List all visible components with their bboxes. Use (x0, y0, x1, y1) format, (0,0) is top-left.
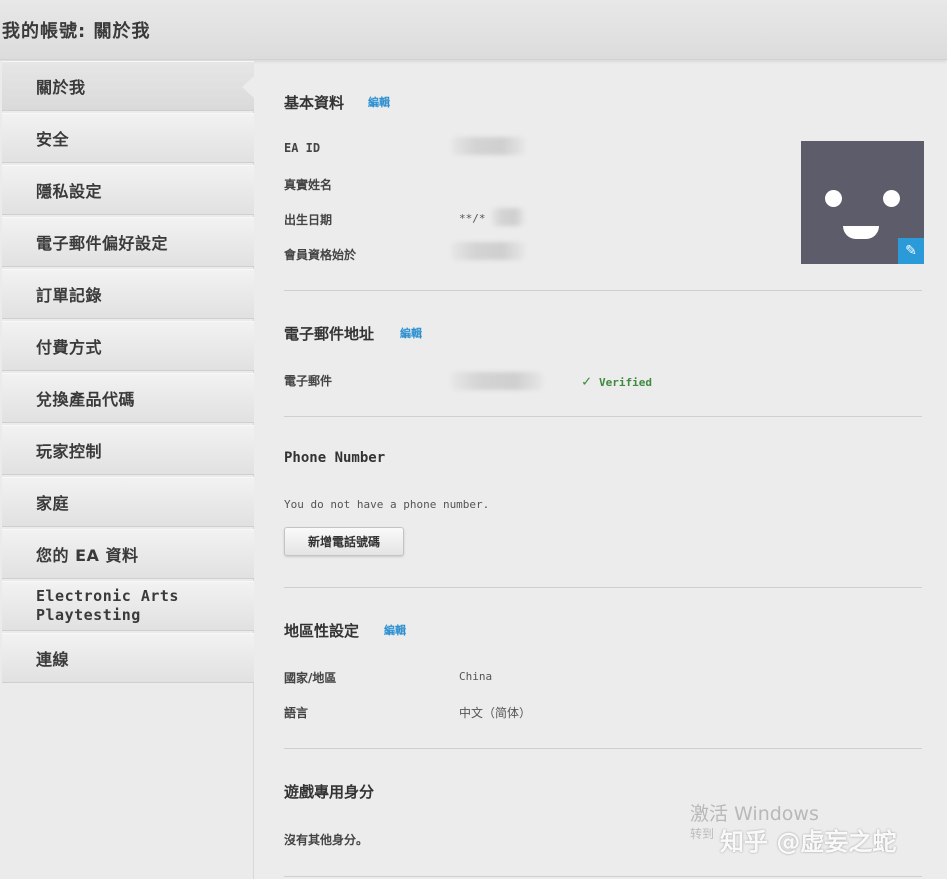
sidebar-item-label: 安全 (36, 130, 70, 149)
birthdate-value: **/* (459, 212, 486, 225)
main-content: 基本資料 編輯 EA ID 真實姓名 出生日期 **/* 會員資格始於 ✎ 電子… (255, 61, 947, 879)
sidebar-item-your-ea-data[interactable]: 您的 EA 資料 (2, 529, 254, 579)
sidebar-item-label: 關於我 (36, 78, 86, 97)
sidebar-item-about-me[interactable]: 關於我 (2, 61, 254, 111)
sidebar-item-label: 訂單記錄 (36, 286, 103, 305)
country-label: 國家/地區 (284, 671, 337, 685)
sidebar-item-privacy[interactable]: 隱私設定 (2, 165, 254, 215)
sidebar-item-order-history[interactable]: 訂單記錄 (2, 269, 254, 319)
sidebar-item-security[interactable]: 安全 (2, 113, 254, 163)
birthdate-label: 出生日期 (284, 213, 333, 227)
ea-id-label: EA ID (284, 141, 321, 155)
email-edit-link[interactable]: 編輯 (400, 325, 422, 341)
game-identity-title: 遊戲專用身分 (284, 783, 375, 801)
pencil-icon[interactable]: ✎ (898, 238, 924, 264)
sidebar-item-label: 兌換產品代碼 (36, 390, 136, 409)
add-phone-button[interactable]: 新增電話號碼 (284, 527, 404, 556)
sidebar-item-label: 玩家控制 (36, 442, 103, 461)
zhihu-watermark: 知乎 @虚妄之蛇 (720, 828, 897, 856)
section-divider (284, 748, 922, 749)
email-label: 電子郵件 (284, 374, 333, 388)
top-bar: 我的帳號: 關於我 (0, 0, 947, 60)
sidebar-item-playtesting[interactable]: Electronic Arts Playtesting (2, 581, 254, 631)
sidebar-item-label: 付費方式 (36, 338, 103, 357)
sidebar-item-label: 隱私設定 (36, 182, 103, 201)
sidebar-item-label: 連線 (36, 650, 70, 669)
language-value: 中文（简体） (459, 706, 532, 720)
phone-section-title: Phone Number (284, 450, 386, 466)
section-divider (284, 587, 922, 588)
member-since-value-redacted (451, 242, 525, 260)
sidebar-item-label: 您的 EA 資料 (36, 546, 139, 565)
sidebar-item-connections[interactable]: 連線 (2, 633, 254, 683)
avatar-mouth (843, 226, 879, 239)
email-status: ✓ Verified (582, 372, 652, 390)
language-label: 語言 (284, 706, 309, 720)
section-divider (284, 876, 922, 877)
checkmark-icon: ✓ (582, 372, 592, 390)
windows-activation-hint: 转到 (690, 827, 715, 841)
active-pointer-icon (242, 76, 254, 98)
sidebar-item-label: 電子郵件偏好設定 (36, 234, 169, 253)
basic-info-title: 基本資料 (284, 94, 345, 112)
game-identity-note: 沒有其他身分。 (284, 833, 369, 847)
verified-label: Verified (599, 376, 653, 389)
page-title: 我的帳號: 關於我 (2, 21, 151, 42)
sidebar-item-redeem-code[interactable]: 兌換產品代碼 (2, 373, 254, 423)
avatar[interactable]: ✎ (801, 141, 924, 264)
phone-note: You do not have a phone number. (284, 498, 490, 511)
real-name-label: 真實姓名 (284, 178, 333, 192)
section-divider (284, 416, 922, 417)
ea-id-value-redacted (451, 137, 525, 155)
sidebar-item-payment-methods[interactable]: 付費方式 (2, 321, 254, 371)
section-divider (284, 290, 922, 291)
avatar-left-eye (825, 190, 842, 207)
basic-info-edit-link[interactable]: 編輯 (368, 94, 390, 110)
sidebar-item-family[interactable]: 家庭 (2, 477, 254, 527)
sidebar: 關於我 安全 隱私設定 電子郵件偏好設定 訂單記錄 付費方式 兌換產品代碼 玩家… (0, 61, 254, 879)
country-value: China (459, 670, 493, 683)
sidebar-item-label: 家庭 (36, 494, 70, 513)
sidebar-item-player-controls[interactable]: 玩家控制 (2, 425, 254, 475)
member-since-label: 會員資格始於 (284, 248, 357, 262)
sidebar-item-email-preferences[interactable]: 電子郵件偏好設定 (2, 217, 254, 267)
region-section-title: 地區性設定 (284, 622, 360, 640)
email-section-title: 電子郵件地址 (284, 325, 375, 343)
sidebar-item-label: Electronic Arts Playtesting (36, 587, 179, 624)
birthdate-value-redacted (491, 208, 525, 226)
region-edit-link[interactable]: 編輯 (384, 622, 406, 638)
email-value-redacted (451, 372, 543, 390)
avatar-right-eye (883, 190, 900, 207)
